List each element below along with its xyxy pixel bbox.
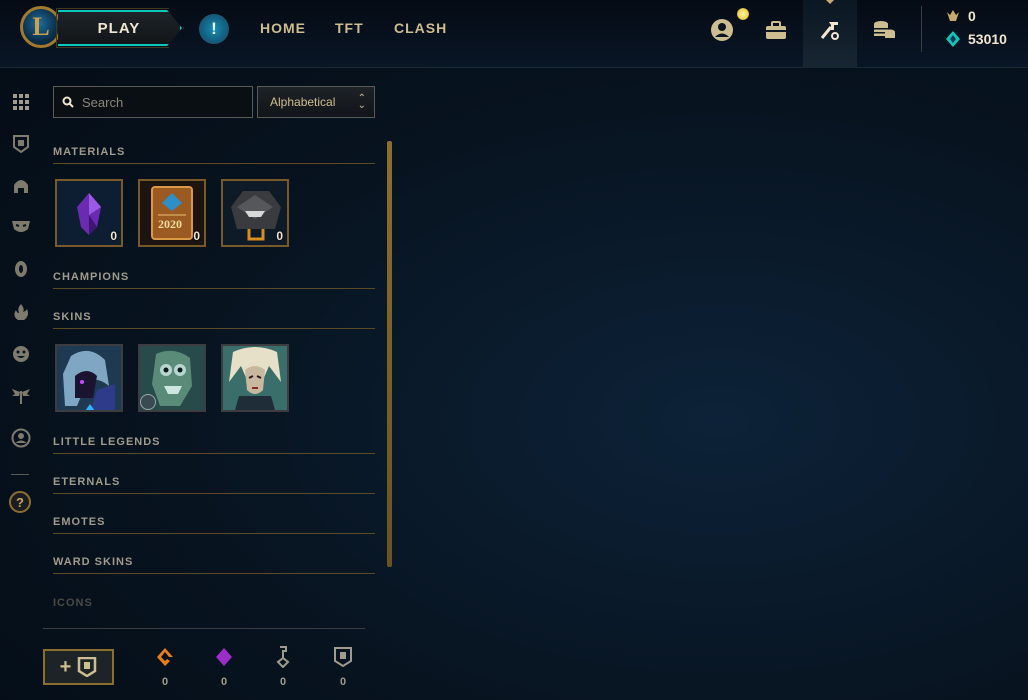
- item-count: 0: [276, 229, 283, 243]
- blue-essence-value: 53010: [968, 31, 1007, 47]
- help-glyph: ?: [16, 494, 24, 510]
- mythic-essence-value: 0: [220, 676, 228, 688]
- craft-emblem-button[interactable]: +: [43, 649, 114, 685]
- skin-tile[interactable]: [138, 344, 206, 412]
- material-mythic-essence[interactable]: 0: [55, 179, 123, 247]
- search-icon: [62, 96, 74, 108]
- riot-points-icon: [947, 10, 959, 21]
- profile-icon[interactable]: [708, 16, 736, 44]
- key-fragment-wallet: 0: [268, 646, 298, 688]
- alert-icon[interactable]: !: [199, 14, 229, 44]
- sort-caret-icon: ⌃ ⌄: [357, 93, 366, 111]
- blue-essence[interactable]: 53010: [946, 31, 1007, 47]
- nav-home[interactable]: HOME: [260, 20, 306, 36]
- loot-icon[interactable]: [816, 16, 844, 44]
- section-materials[interactable]: MATERIALS: [53, 140, 375, 164]
- search-box[interactable]: [53, 86, 253, 118]
- skin-tile[interactable]: [221, 344, 289, 412]
- section-title: LITTLE LEGENDS: [53, 436, 161, 448]
- section-ward-skins[interactable]: WARD SKINS: [53, 550, 375, 574]
- logo-letter: L: [32, 12, 50, 41]
- section-title: EMOTES: [53, 516, 106, 528]
- orange-essence-icon: [157, 648, 173, 666]
- item-count: 0: [110, 229, 117, 243]
- key-fragment-value: 0: [279, 676, 287, 688]
- rail-separator: [11, 474, 29, 475]
- riot-points[interactable]: 0: [946, 8, 976, 24]
- skin-portrait-1: [57, 346, 121, 410]
- emblem-value: 0: [339, 676, 347, 688]
- topbar-separator: [921, 6, 922, 52]
- emblem-wallet: 0: [328, 646, 358, 688]
- play-label: PLAY: [97, 19, 141, 37]
- material-hextech-chest[interactable]: 0: [221, 179, 289, 247]
- chroma-badge-icon: [140, 394, 156, 410]
- blue-essence-icon: [946, 31, 960, 47]
- section-title: SKINS: [53, 311, 92, 323]
- grid-icon[interactable]: [10, 91, 32, 113]
- notification-dot: [737, 8, 749, 20]
- alert-glyph: !: [211, 19, 217, 38]
- section-title: CHAMPIONS: [53, 271, 130, 283]
- fire-icon[interactable]: [10, 301, 32, 323]
- plus-glyph: +: [59, 655, 72, 678]
- riot-points-value: 0: [968, 8, 976, 24]
- skin-tile[interactable]: [55, 344, 123, 412]
- orange-essence-wallet: 0: [150, 646, 180, 688]
- emote-icon[interactable]: [10, 343, 32, 365]
- emblem-icon[interactable]: [10, 133, 32, 155]
- skin-portrait-3: [223, 346, 287, 410]
- ward-icon[interactable]: [10, 258, 32, 280]
- search-input[interactable]: [82, 94, 242, 110]
- footer-separator: [43, 628, 365, 629]
- item-count: 0: [193, 229, 200, 243]
- nav-clash[interactable]: CLASH: [394, 20, 447, 36]
- section-skins[interactable]: SKINS: [53, 305, 375, 329]
- league-logo-icon[interactable]: L: [20, 6, 62, 48]
- helmet-icon[interactable]: [10, 175, 32, 197]
- section-little-legends[interactable]: LITTLE LEGENDS: [53, 430, 375, 454]
- emblem-icon: [78, 657, 97, 677]
- key-icon: [276, 646, 290, 668]
- profile-circle-icon[interactable]: [10, 427, 32, 449]
- nav-tft[interactable]: TFT: [335, 20, 364, 36]
- event-pass-year: 2020: [158, 217, 182, 231]
- emblem-icon: [334, 647, 352, 667]
- store-icon[interactable]: [870, 16, 898, 44]
- active-tab-indicator: [826, 0, 834, 4]
- skin-rarity-icon: [85, 404, 95, 410]
- mythic-essence-icon: [216, 648, 232, 666]
- section-title: ICONS: [53, 597, 93, 609]
- section-title: ETERNALS: [53, 476, 121, 488]
- scrollbar[interactable]: [387, 141, 392, 567]
- orange-essence-value: 0: [161, 676, 169, 688]
- section-title: WARD SKINS: [53, 556, 134, 568]
- collection-icon[interactable]: [762, 16, 790, 44]
- mythic-essence-wallet: 0: [209, 646, 239, 688]
- mask-icon[interactable]: [10, 216, 32, 238]
- wings-icon[interactable]: [10, 385, 32, 407]
- section-emotes[interactable]: EMOTES: [53, 510, 375, 534]
- section-title: MATERIALS: [53, 146, 126, 158]
- top-bar: L PLAY ! HOME TFT CLASH 0 53010: [0, 0, 1028, 68]
- sort-value: Alphabetical: [270, 95, 336, 109]
- section-champions[interactable]: CHAMPIONS: [53, 265, 375, 289]
- section-icons[interactable]: ICONS: [53, 590, 375, 614]
- section-eternals[interactable]: ETERNALS: [53, 470, 375, 494]
- help-button[interactable]: ?: [9, 491, 31, 513]
- play-button[interactable]: PLAY: [58, 10, 182, 46]
- material-event-pass-2020[interactable]: 2020 0: [138, 179, 206, 247]
- sort-dropdown[interactable]: Alphabetical ⌃ ⌄: [257, 86, 375, 118]
